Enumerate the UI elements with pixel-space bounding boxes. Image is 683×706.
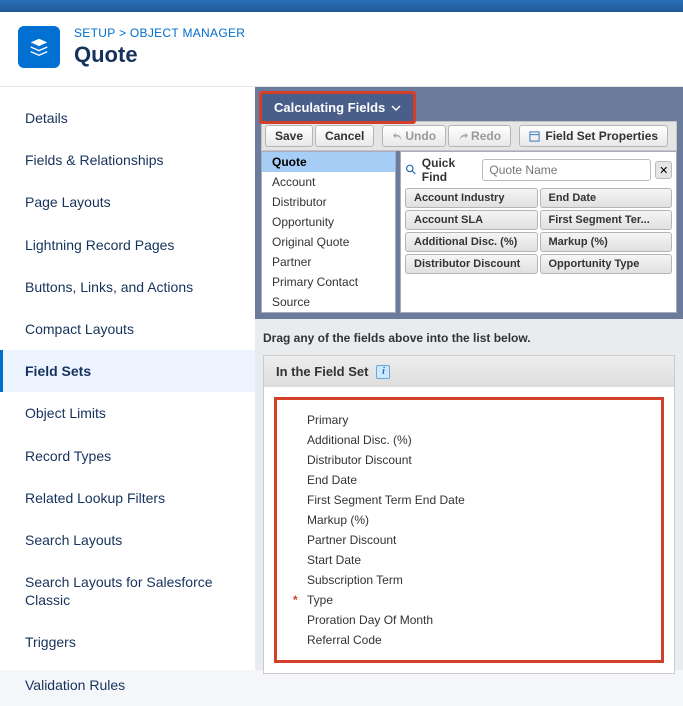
redo-icon xyxy=(458,131,469,142)
field-set-properties-button[interactable]: Field Set Properties xyxy=(519,125,668,147)
field-set-item-label: First Segment Term End Date xyxy=(307,493,465,507)
sidebar-item-field-sets[interactable]: Field Sets xyxy=(0,350,255,392)
page-header: SETUP > OBJECT MANAGER Quote xyxy=(0,12,683,87)
sidebar-item-search-layouts-for-salesforce-classic[interactable]: Search Layouts for Salesforce Classic xyxy=(0,561,255,621)
editor-toolbar: Save Cancel Undo Redo Field Set Properti… xyxy=(261,121,677,151)
sidebar-item-search-layouts[interactable]: Search Layouts xyxy=(0,519,255,561)
sidebar-item-fields-relationships[interactable]: Fields & Relationships xyxy=(0,139,255,181)
palette-field[interactable]: Additional Disc. (%) xyxy=(405,232,538,252)
chevron-down-icon xyxy=(391,103,401,113)
field-set-item-label: Primary xyxy=(307,413,348,427)
field-set-item[interactable]: Distributor Discount xyxy=(307,450,651,470)
sidebar-item-buttons-links-and-actions[interactable]: Buttons, Links, and Actions xyxy=(0,266,255,308)
quick-find-input[interactable] xyxy=(482,159,651,181)
field-set-item[interactable]: *Type xyxy=(307,590,651,610)
sidebar: DetailsFields & RelationshipsPage Layout… xyxy=(0,87,255,670)
field-set-item-label: Partner Discount xyxy=(307,533,396,547)
palette-object[interactable]: Partner xyxy=(262,252,395,272)
sidebar-item-record-types[interactable]: Record Types xyxy=(0,435,255,477)
palette-field[interactable]: Opportunity Type xyxy=(540,254,673,274)
palette-object[interactable]: Quote xyxy=(262,152,395,172)
sidebar-item-object-limits[interactable]: Object Limits xyxy=(0,392,255,434)
field-set-drop-zone[interactable]: Primary Additional Disc. (%) Distributor D… xyxy=(274,397,664,663)
undo-icon xyxy=(392,131,403,142)
field-set-item-label: Referral Code xyxy=(307,633,382,647)
palette-field[interactable]: First Segment Ter... xyxy=(540,210,673,230)
field-set-item[interactable]: Primary xyxy=(307,410,651,430)
palette-field[interactable]: Account SLA xyxy=(405,210,538,230)
clear-search-button[interactable]: ✕ xyxy=(655,161,672,179)
field-set-item-label: Proration Day Of Month xyxy=(307,613,433,627)
field-set-item[interactable]: Proration Day Of Month xyxy=(307,610,651,630)
object-icon xyxy=(18,26,60,68)
field-set-item[interactable]: Referral Code xyxy=(307,630,651,650)
quick-find-label: Quick Find xyxy=(422,156,479,184)
page-title: Quote xyxy=(74,42,245,68)
sidebar-item-details[interactable]: Details xyxy=(0,97,255,139)
object-palette: QuoteAccountDistributorOpportunityOrigin… xyxy=(261,151,396,313)
palette-object[interactable]: Primary Contact xyxy=(262,272,395,292)
sidebar-item-related-lookup-filters[interactable]: Related Lookup Filters xyxy=(0,477,255,519)
sidebar-item-triggers[interactable]: Triggers xyxy=(0,621,255,663)
sidebar-item-compact-layouts[interactable]: Compact Layouts xyxy=(0,308,255,350)
field-set-item-label: Distributor Discount xyxy=(307,453,412,467)
field-set-item-label: Start Date xyxy=(307,553,361,567)
field-set-item-label: Subscription Term xyxy=(307,573,403,587)
field-set-item-label: Markup (%) xyxy=(307,513,369,527)
palette-field[interactable]: Distributor Discount xyxy=(405,254,538,274)
breadcrumb-setup[interactable]: SETUP xyxy=(74,26,115,40)
palette-object[interactable]: Original Quote xyxy=(262,232,395,252)
field-set-item-label: Type xyxy=(307,593,333,607)
palette-object[interactable]: Distributor xyxy=(262,192,395,212)
search-icon xyxy=(405,163,418,177)
field-set-item[interactable]: Start Date xyxy=(307,550,651,570)
palette-object[interactable]: Source xyxy=(262,292,395,312)
breadcrumb: SETUP > OBJECT MANAGER xyxy=(74,26,245,40)
required-indicator: * xyxy=(293,593,298,607)
palette-field[interactable]: Markup (%) xyxy=(540,232,673,252)
field-set-item-label: Additional Disc. (%) xyxy=(307,433,412,447)
drag-instruction: Drag any of the fields above into the li… xyxy=(255,319,683,355)
sidebar-item-page-layouts[interactable]: Page Layouts xyxy=(0,181,255,223)
palette-field[interactable]: End Date xyxy=(540,188,673,208)
field-set-item-label: End Date xyxy=(307,473,357,487)
main-content: Calculating Fields Save Cancel Undo Redo… xyxy=(255,87,683,670)
cancel-button[interactable]: Cancel xyxy=(315,125,374,147)
field-set-title: Calculating Fields xyxy=(274,100,385,115)
field-set-item[interactable]: Subscription Term xyxy=(307,570,651,590)
field-set-title-bar[interactable]: Calculating Fields xyxy=(259,91,416,124)
info-icon[interactable]: i xyxy=(376,365,390,379)
field-set-item[interactable]: First Segment Term End Date xyxy=(307,490,651,510)
redo-button[interactable]: Redo xyxy=(448,125,511,147)
breadcrumb-sep: > xyxy=(119,26,126,40)
sidebar-item-lightning-record-pages[interactable]: Lightning Record Pages xyxy=(0,224,255,266)
undo-button[interactable]: Undo xyxy=(382,125,446,147)
field-set-header: In the Field Set i xyxy=(264,356,674,387)
field-palette: Quick Find ✕ Account IndustryEnd DateAcc… xyxy=(400,151,677,313)
field-set-item[interactable]: Markup (%) xyxy=(307,510,651,530)
window-top-accent xyxy=(0,0,683,12)
field-set-panel: In the Field Set i Primary Additional Dis… xyxy=(263,355,675,674)
field-set-item[interactable]: Partner Discount xyxy=(307,530,651,550)
save-button[interactable]: Save xyxy=(265,125,313,147)
sidebar-item-validation-rules[interactable]: Validation Rules xyxy=(0,664,255,706)
palette-object[interactable]: Opportunity xyxy=(262,212,395,232)
properties-icon xyxy=(529,131,540,142)
palette-object[interactable]: Account xyxy=(262,172,395,192)
field-set-item[interactable]: Additional Disc. (%) xyxy=(307,430,651,450)
close-icon: ✕ xyxy=(659,164,668,177)
palette-field[interactable]: Account Industry xyxy=(405,188,538,208)
breadcrumb-object-manager[interactable]: OBJECT MANAGER xyxy=(130,26,245,40)
field-set-item[interactable]: End Date xyxy=(307,470,651,490)
